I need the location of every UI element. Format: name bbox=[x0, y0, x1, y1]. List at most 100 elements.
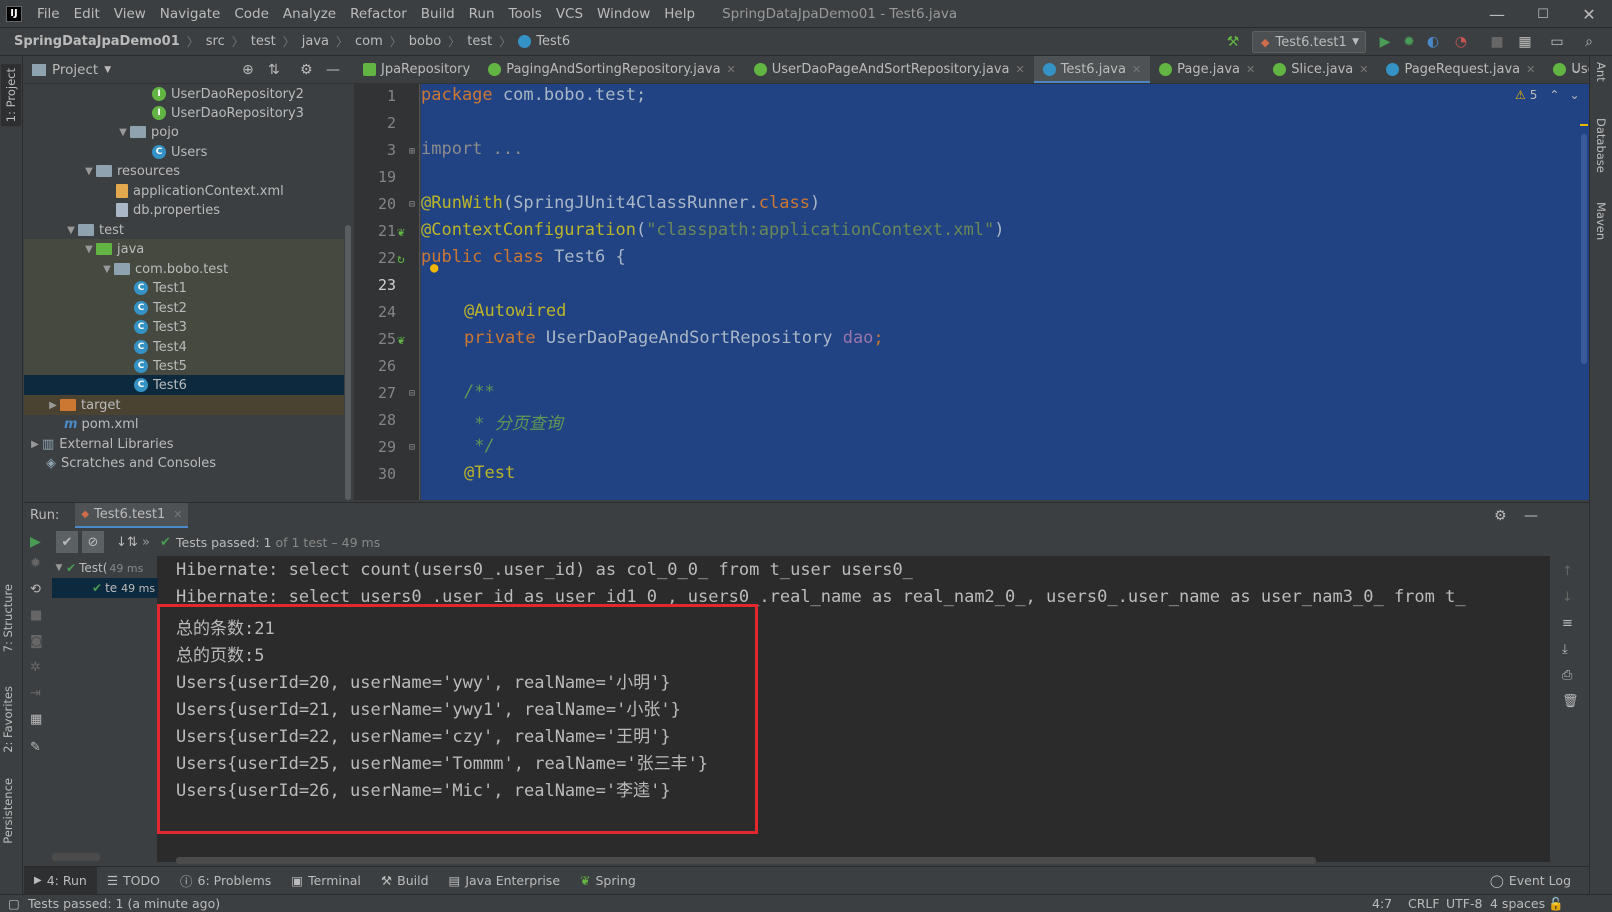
menu-tools[interactable]: Tools bbox=[502, 0, 549, 28]
editor-scrollbar[interactable] bbox=[1579, 84, 1589, 500]
menu-refactor[interactable]: Refactor bbox=[343, 0, 414, 28]
layout-icon[interactable]: ▦ bbox=[30, 712, 42, 727]
tool-spring-button[interactable]: ❦ Spring bbox=[570, 873, 646, 888]
run-test-icon[interactable]: ↻ bbox=[397, 252, 405, 267]
lock-icon[interactable]: 🔓 bbox=[1548, 895, 1564, 912]
tab-page[interactable]: Page.java ✕ bbox=[1150, 56, 1264, 83]
settings-icon[interactable]: ✲ bbox=[30, 660, 41, 675]
close-icon[interactable]: ✕ bbox=[727, 63, 736, 76]
menu-run[interactable]: Run bbox=[462, 0, 502, 28]
search-icon[interactable]: ⌕ bbox=[1578, 31, 1600, 53]
chevron-down-icon[interactable]: ▼ bbox=[82, 244, 96, 255]
close-icon[interactable]: ✕ bbox=[1359, 63, 1368, 76]
close-window-icon[interactable]: ✕ bbox=[1566, 0, 1612, 28]
fold-icon[interactable]: ⊞ bbox=[409, 146, 415, 157]
close-icon[interactable]: ✕ bbox=[1015, 63, 1024, 76]
scrollbar-thumb[interactable] bbox=[1581, 134, 1587, 364]
rerun-icon[interactable]: ▶ bbox=[30, 534, 41, 550]
tree-item-pojo[interactable]: ▼ pojo bbox=[24, 122, 344, 142]
tree-item-test[interactable]: ▼ test bbox=[24, 220, 344, 240]
build-hammer-icon[interactable]: ⚒ bbox=[1222, 31, 1244, 53]
tree-item-users[interactable]: C Users bbox=[24, 142, 344, 162]
tab-slice[interactable]: Slice.java ✕ bbox=[1264, 56, 1377, 83]
tab-ant-tool[interactable]: Ant bbox=[1594, 62, 1608, 82]
chevron-down-icon[interactable]: ▼ bbox=[64, 225, 78, 236]
debug-icon[interactable]: ✹ bbox=[1398, 31, 1420, 53]
run-tab-test6-test1[interactable]: ◆ Test6.test1 ✕ bbox=[75, 502, 189, 529]
test-tree-row[interactable]: ▼ ✔ Test( 49 ms bbox=[52, 558, 158, 578]
pin-icon[interactable]: ✎ bbox=[30, 740, 41, 755]
menu-edit[interactable]: Edit bbox=[67, 0, 107, 28]
soft-wrap-icon[interactable]: ≡ bbox=[1562, 616, 1573, 631]
warning-marker[interactable] bbox=[1580, 124, 1588, 126]
collapse-all-icon[interactable]: ⇅ bbox=[268, 62, 280, 78]
breadcrumb-test[interactable]: test bbox=[251, 34, 276, 49]
tree-item-pomxml[interactable]: m pom.xml bbox=[24, 414, 344, 434]
chevron-down-icon[interactable]: ▼ bbox=[52, 563, 66, 573]
intention-bulb-icon[interactable]: ● bbox=[430, 260, 438, 276]
menu-vcs[interactable]: VCS bbox=[549, 0, 590, 28]
show-ignored-toggle-icon[interactable]: ⊘ bbox=[82, 531, 104, 553]
status-message[interactable]: Tests passed: 1 (a minute ago) bbox=[28, 895, 220, 912]
breadcrumb-java[interactable]: java bbox=[302, 34, 329, 49]
tree-item-external-libraries[interactable]: ▶ ▥ External Libraries bbox=[24, 434, 344, 454]
run-icon[interactable]: ▶ bbox=[1374, 31, 1396, 53]
layout-icon[interactable]: ▭ bbox=[1546, 31, 1568, 53]
tab-test6[interactable]: Test6.java ✕ bbox=[1033, 56, 1151, 83]
menu-view[interactable]: View bbox=[107, 0, 153, 28]
close-icon[interactable]: ✕ bbox=[1132, 63, 1141, 76]
stop-icon[interactable]: ■ bbox=[1486, 31, 1508, 53]
tree-item-test2[interactable]: C Test2 bbox=[24, 298, 344, 318]
chevron-down-icon[interactable]: ▼ bbox=[116, 127, 130, 138]
tree-item-test6[interactable]: C Test6 bbox=[24, 375, 344, 395]
gear-icon[interactable]: ⚙ bbox=[1494, 508, 1507, 524]
menu-navigate[interactable]: Navigate bbox=[153, 0, 228, 28]
tool-problems-button[interactable]: ⓘ 6: Problems bbox=[170, 871, 281, 890]
tabs-overflow-chevron-icon[interactable]: ⌄ bbox=[1572, 63, 1581, 76]
breadcrumb-src[interactable]: src bbox=[206, 34, 225, 49]
tree-item-test3[interactable]: C Test3 bbox=[24, 317, 344, 337]
tree-item-combobotest[interactable]: ▼ com.bobo.test bbox=[24, 259, 344, 279]
chevron-down-icon[interactable]: ▼ bbox=[104, 65, 111, 75]
tree-item-userdaorepository3[interactable]: I UserDaoRepository3 bbox=[24, 103, 344, 123]
tab-pagingandsortingrepository[interactable]: PagingAndSortingRepository.java ✕ bbox=[479, 56, 745, 83]
tree-item-target[interactable]: ▶ target bbox=[24, 395, 344, 415]
tool-event-log-button[interactable]: ◯ Event Log bbox=[1480, 873, 1581, 888]
run-config-select[interactable]: ◆ Test6.test1 ▼ bbox=[1252, 31, 1366, 53]
hide-panel-icon[interactable]: — bbox=[1524, 508, 1538, 524]
breadcrumb-test-pkg[interactable]: test bbox=[467, 34, 492, 49]
code-editor[interactable]: package com.bobo.test; import ... @RunWi… bbox=[421, 84, 1589, 500]
stop-icon[interactable]: ■ bbox=[30, 608, 42, 623]
fold-icon[interactable]: ⊟ bbox=[409, 199, 415, 210]
caret-position[interactable]: 4:7 bbox=[1372, 895, 1392, 912]
project-panel-title[interactable]: Project bbox=[52, 62, 98, 78]
menu-window[interactable]: Window bbox=[590, 0, 657, 28]
tree-item-scratches[interactable]: ◈ Scratches and Consoles bbox=[24, 453, 344, 473]
debug-icon[interactable]: ✹ bbox=[30, 556, 41, 571]
tree-item-applicationcontext[interactable]: applicationContext.xml bbox=[24, 181, 344, 201]
tool-java-enterprise-button[interactable]: ▤ Java Enterprise bbox=[439, 873, 571, 888]
coverage-icon[interactable]: ◐ bbox=[1422, 31, 1444, 53]
chevron-right-icon[interactable]: ▶ bbox=[46, 400, 60, 411]
tab-persistence-tool[interactable]: Persistence bbox=[1, 778, 15, 844]
close-icon[interactable]: ✕ bbox=[173, 508, 182, 521]
scrollbar-thumb[interactable] bbox=[345, 225, 351, 500]
menu-file[interactable]: File bbox=[30, 0, 67, 28]
layout-toggle-icon[interactable]: ▢ bbox=[8, 895, 20, 912]
hide-panel-icon[interactable]: — bbox=[326, 62, 340, 78]
scroll-to-end-icon[interactable]: ⤓ bbox=[1562, 642, 1568, 657]
indent-setting[interactable]: 4 spaces bbox=[1490, 895, 1545, 912]
menu-analyze[interactable]: Analyze bbox=[276, 0, 343, 28]
tab-favorites-tool[interactable]: 2: Favorites bbox=[1, 686, 15, 753]
arrow-up-icon[interactable]: ↑ bbox=[1562, 564, 1573, 579]
file-encoding[interactable]: UTF-8 bbox=[1446, 895, 1482, 912]
tree-hscrollbar[interactable] bbox=[52, 853, 100, 861]
console-hscrollbar[interactable] bbox=[176, 857, 1316, 864]
breadcrumb-bobo[interactable]: bobo bbox=[409, 34, 441, 49]
sort-icon[interactable]: ↓⇅ bbox=[116, 535, 138, 550]
fold-icon[interactable]: ⊟ bbox=[409, 388, 415, 399]
close-icon[interactable]: ✕ bbox=[1526, 63, 1535, 76]
tab-userdaopageandsortrepository[interactable]: UserDaoPageAndSortRepository.java ✕ bbox=[745, 56, 1034, 83]
tool-run-button[interactable]: ▶ 4: Run bbox=[24, 866, 97, 895]
chevron-right-icon[interactable]: ▶ bbox=[28, 439, 42, 450]
